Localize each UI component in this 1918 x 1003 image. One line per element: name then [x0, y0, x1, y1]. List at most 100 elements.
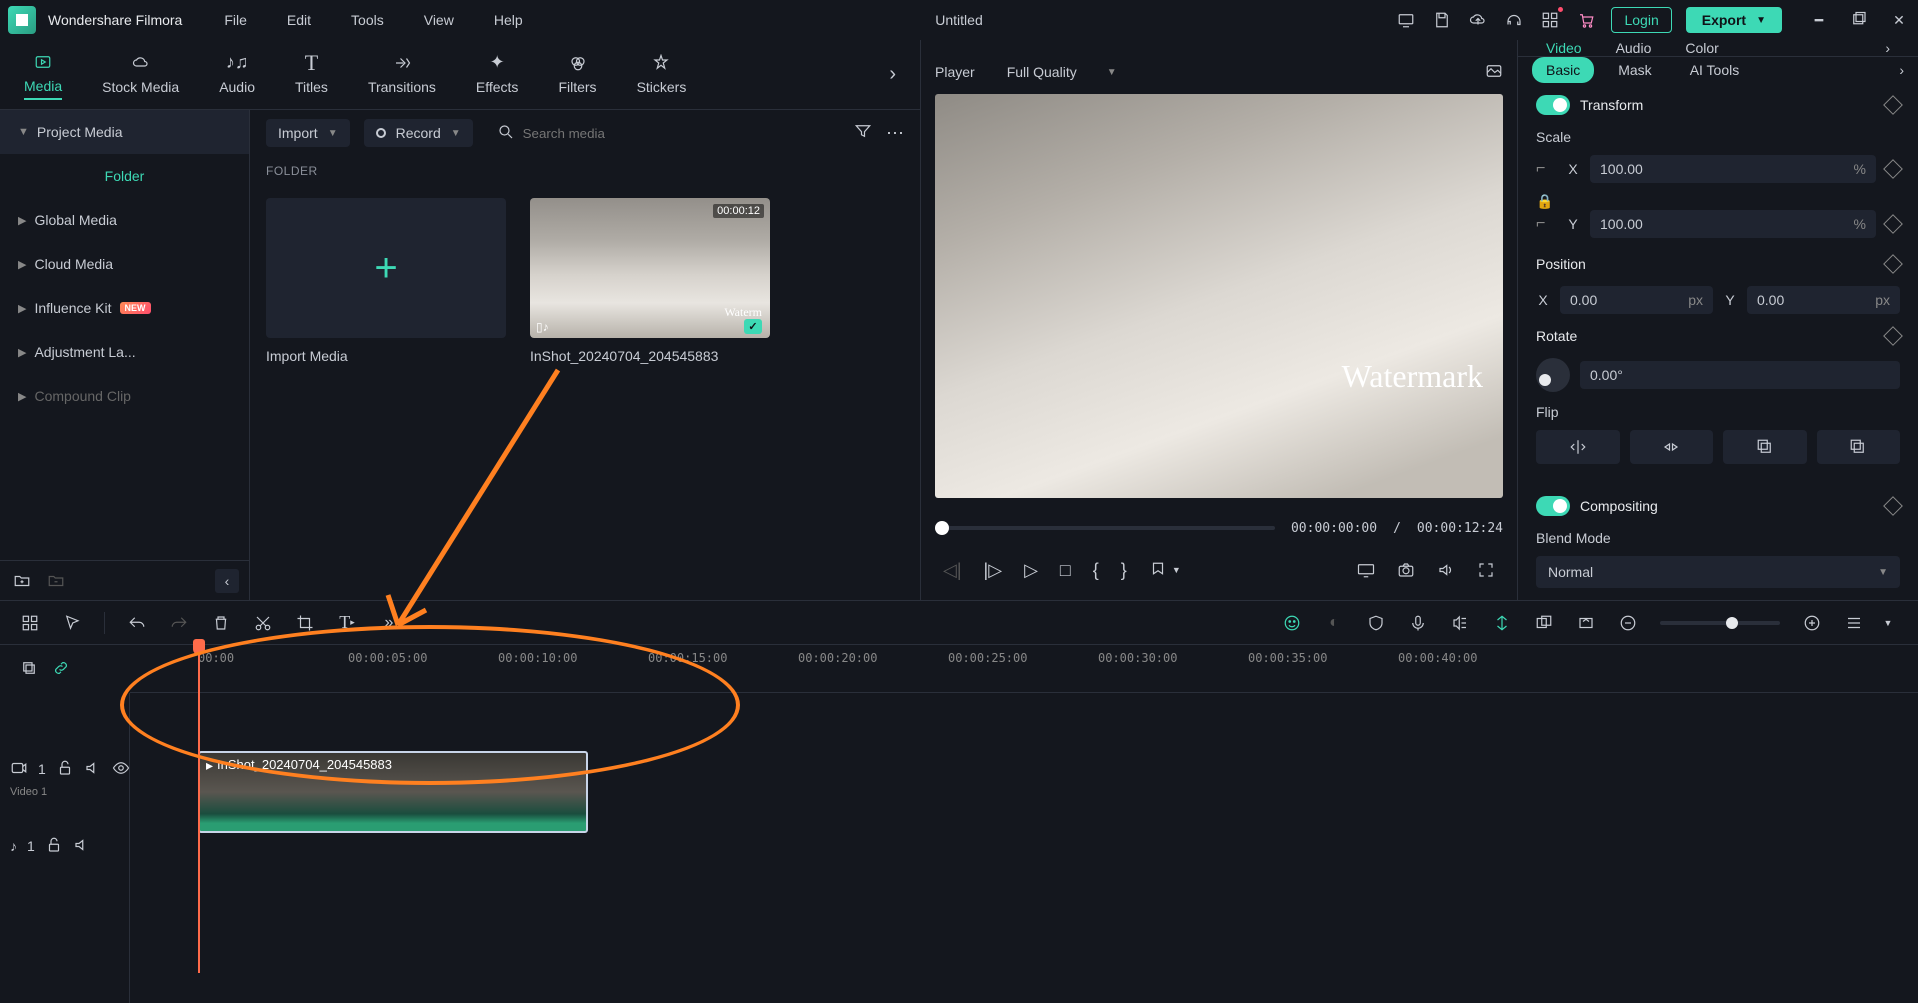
marker-icon[interactable] [1492, 613, 1512, 633]
redo-icon[interactable] [169, 613, 189, 633]
next-icon[interactable]: › [1899, 62, 1904, 78]
undo-icon[interactable] [127, 613, 147, 633]
close-icon[interactable]: ✕ [1888, 9, 1910, 31]
tab-titles[interactable]: TTitles [295, 51, 328, 99]
mark-in-icon[interactable]: { [1093, 560, 1099, 581]
blend-mode-select[interactable]: Normal ▼ [1536, 556, 1900, 588]
text-icon[interactable]: T▸ [337, 613, 357, 633]
insp-tab-color[interactable]: Color [1685, 40, 1718, 56]
speed-icon[interactable]: ◐ [1324, 613, 1344, 633]
import-dropdown[interactable]: Import▼ [266, 119, 350, 147]
sidebar-item-cloud-media[interactable]: ▶Cloud Media [0, 242, 249, 286]
minimize-icon[interactable]: ━ [1808, 9, 1830, 31]
timeline-ruler[interactable]: 00:00 00:00:05:00 00:00:10:00 00:00:15:0… [130, 645, 1918, 693]
next-frame-icon[interactable]: |▷ [984, 560, 1003, 581]
mute-icon[interactable] [73, 836, 91, 857]
link-icon[interactable] [52, 659, 70, 680]
sidebar-item-adjustment-layer[interactable]: ▶Adjustment La... [0, 330, 249, 374]
mic-icon[interactable] [1408, 613, 1428, 633]
copy-front-button[interactable] [1723, 430, 1807, 464]
tab-stickers[interactable]: Stickers [637, 51, 687, 99]
scale-x-input[interactable]: 100.00% [1590, 155, 1876, 183]
keyframe-icon[interactable] [1883, 95, 1903, 115]
zoom-in-icon[interactable] [1802, 613, 1822, 633]
snapshot-gallery-icon[interactable] [1485, 62, 1503, 83]
fullscreen-icon[interactable] [1477, 561, 1495, 579]
zoom-slider[interactable] [1660, 621, 1780, 625]
trash-icon[interactable] [211, 613, 231, 633]
list-view-icon[interactable] [1844, 613, 1864, 633]
headphones-icon[interactable] [1503, 9, 1525, 31]
timeline-clip[interactable]: ▸ InShot_20240704_204545883 [198, 751, 588, 833]
preview-viewport[interactable]: Watermark [935, 94, 1503, 498]
cloud-icon[interactable] [1467, 9, 1489, 31]
collapse-sidebar-icon[interactable]: ‹ [215, 569, 239, 593]
record-dropdown[interactable]: Record▼ [364, 119, 473, 147]
prev-frame-icon[interactable]: ◁| [943, 560, 962, 581]
desktop-icon[interactable] [1395, 9, 1417, 31]
scale-y-input[interactable]: 100.00% [1590, 210, 1876, 238]
flip-vertical-button[interactable] [1630, 430, 1714, 464]
keyframe-icon[interactable] [1883, 214, 1903, 234]
next-icon[interactable]: › [1885, 40, 1890, 56]
new-folder-icon[interactable] [10, 569, 34, 593]
sidebar-item-project-media[interactable]: ▼Project Media [0, 110, 249, 154]
more-icon[interactable]: ⋯ [886, 123, 904, 144]
crop-icon[interactable] [295, 613, 315, 633]
menu-tools[interactable]: Tools [351, 12, 384, 28]
cursor-icon[interactable] [62, 613, 82, 633]
cart-icon[interactable] [1575, 9, 1597, 31]
sidebar-item-influence-kit[interactable]: ▶Influence KitNEW [0, 286, 249, 330]
tab-media[interactable]: Media [24, 50, 62, 100]
progress-bar[interactable] [935, 526, 1275, 530]
export-button[interactable]: Export▼ [1686, 7, 1782, 33]
eye-icon[interactable] [112, 759, 130, 780]
lock-icon[interactable] [56, 759, 74, 780]
timeline-body[interactable]: ▸ InShot_20240704_204545883 [130, 693, 1918, 1003]
keyframe-icon[interactable] [1883, 254, 1903, 274]
sidebar-item-compound-clip[interactable]: ▶Compound Clip [0, 374, 249, 418]
tab-transitions[interactable]: Transitions [368, 51, 436, 99]
chevron-down-icon[interactable]: ▼ [1878, 613, 1898, 633]
marker-dropdown-icon[interactable]: ▼ [1149, 560, 1181, 581]
audio-sync-icon[interactable] [1450, 613, 1470, 633]
subtab-basic[interactable]: Basic [1532, 57, 1594, 83]
tab-effects[interactable]: ✦Effects [476, 51, 519, 99]
camera-icon[interactable] [1397, 561, 1415, 579]
tab-audio[interactable]: ♪♫Audio [219, 51, 255, 99]
keyframe-icon[interactable] [1883, 159, 1903, 179]
filter-icon[interactable] [854, 122, 872, 145]
copy-back-button[interactable] [1817, 430, 1901, 464]
media-clip-card[interactable]: 00:00:12 Waterm ▯♪ ✓ InShot_20240704_204… [530, 198, 770, 364]
pos-x-input[interactable]: 0.00px [1560, 286, 1713, 314]
mark-out-icon[interactable]: } [1121, 560, 1127, 581]
duplicate-icon[interactable] [20, 659, 38, 680]
insp-tab-audio[interactable]: Audio [1616, 40, 1652, 56]
menu-edit[interactable]: Edit [287, 12, 311, 28]
sidebar-item-folder[interactable]: Folder [0, 154, 249, 198]
play-icon[interactable]: ▷ [1024, 560, 1038, 581]
keyframe-icon[interactable] [1883, 496, 1903, 516]
fit-icon[interactable] [1576, 613, 1596, 633]
overlap-icon[interactable] [1534, 613, 1554, 633]
zoom-out-icon[interactable] [1618, 613, 1638, 633]
apps-icon[interactable] [1539, 9, 1561, 31]
keyframe-icon[interactable] [1883, 326, 1903, 346]
zoom-knob[interactable] [1726, 617, 1738, 629]
transform-toggle[interactable] [1536, 95, 1570, 115]
lock-icon[interactable]: 🔒 [1536, 193, 1553, 210]
playhead[interactable] [198, 645, 200, 973]
menu-file[interactable]: File [224, 12, 247, 28]
lock-icon[interactable] [45, 836, 63, 857]
progress-knob[interactable] [935, 521, 949, 535]
rotate-knob[interactable] [1536, 358, 1570, 392]
flip-horizontal-button[interactable] [1536, 430, 1620, 464]
remove-folder-icon[interactable] [44, 569, 68, 593]
shield-icon[interactable] [1366, 613, 1386, 633]
rotate-input[interactable]: 0.00° [1580, 361, 1900, 389]
search-box[interactable] [487, 123, 840, 144]
insp-tab-video[interactable]: Video [1546, 40, 1582, 56]
pos-y-input[interactable]: 0.00px [1747, 286, 1900, 314]
search-input[interactable] [523, 126, 840, 141]
menu-view[interactable]: View [424, 12, 454, 28]
